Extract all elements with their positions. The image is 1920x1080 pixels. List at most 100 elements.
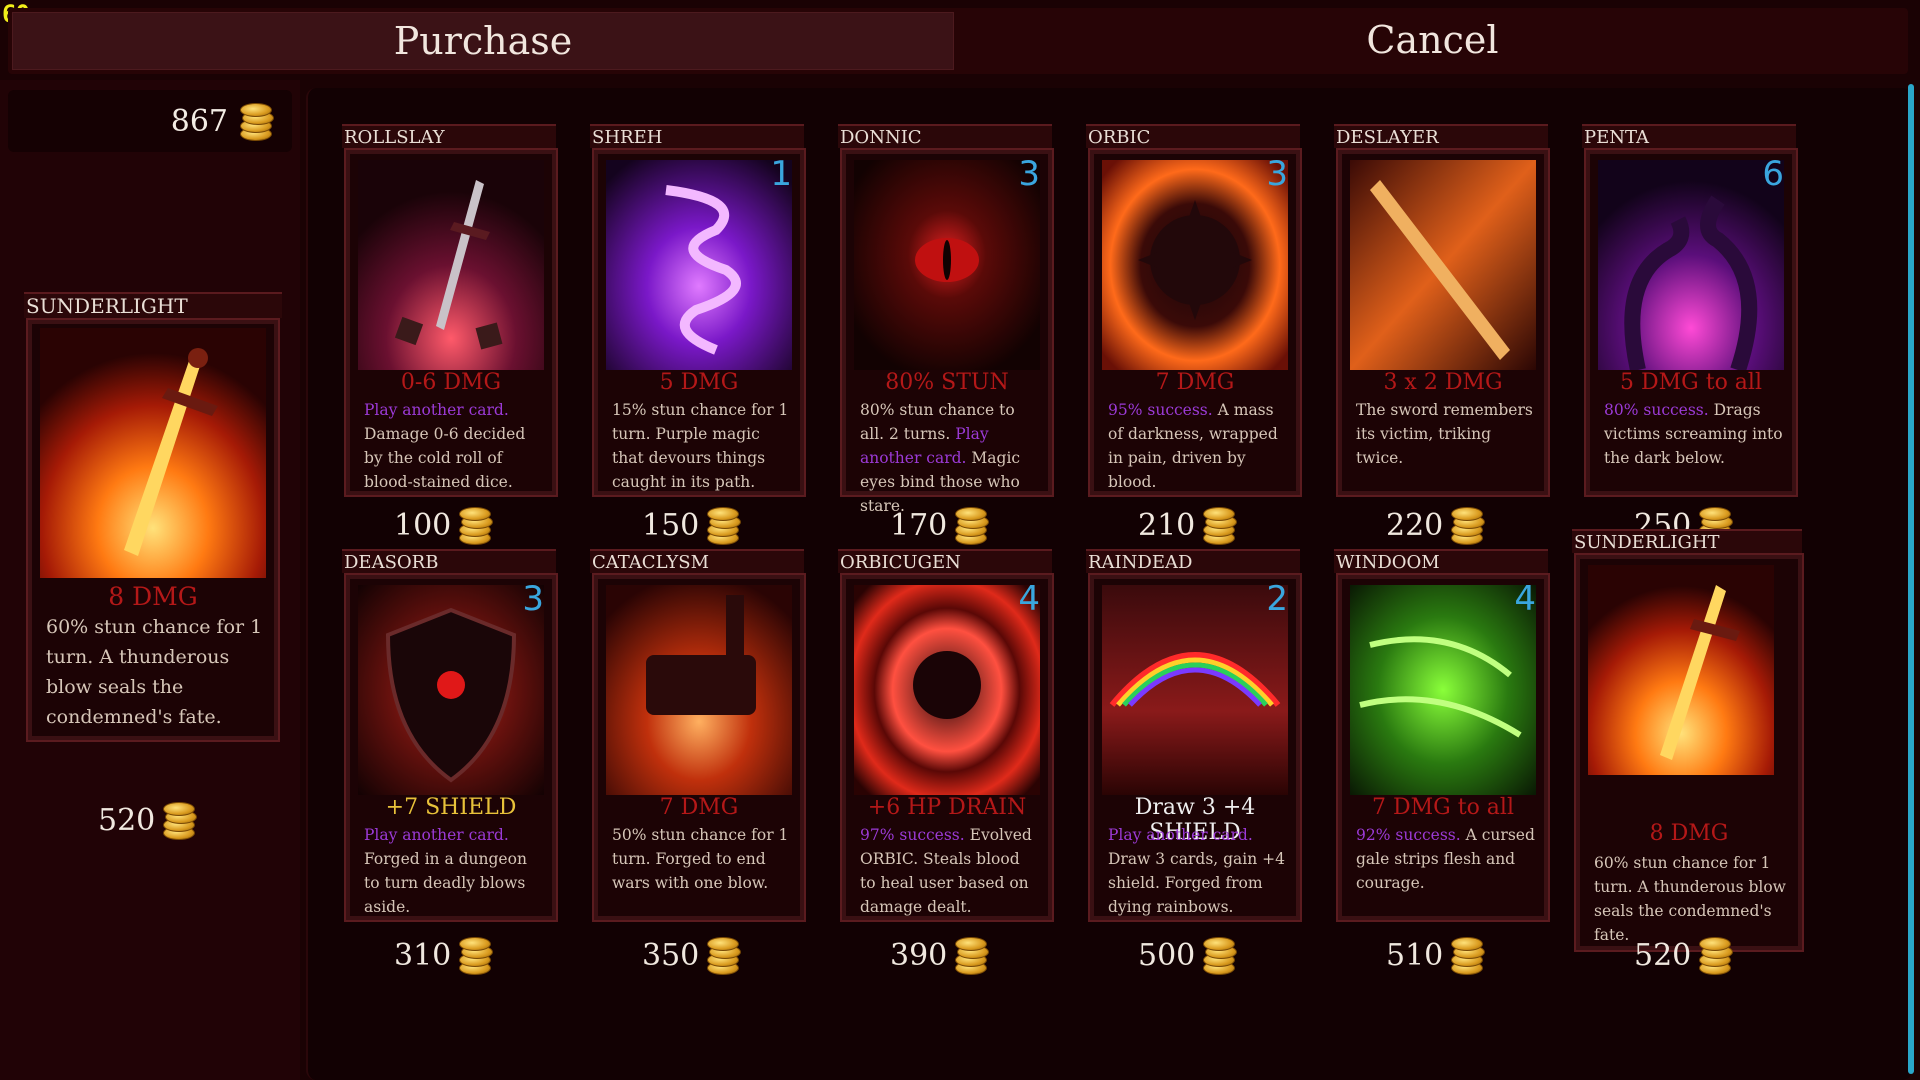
card-price: 510 xyxy=(1386,935,1486,975)
card-text: The sword remembers its victim, triking … xyxy=(1356,398,1536,470)
card-name: DESLAYER xyxy=(1334,124,1548,148)
card-description: Draw 3 cards, gain +4 shield. Forged fro… xyxy=(1108,850,1286,916)
balance-box: 867 xyxy=(8,90,292,152)
card-art xyxy=(854,160,1040,370)
card-cost-badge: 3 xyxy=(522,579,544,619)
card-name: ORBIC xyxy=(1086,124,1300,148)
card-price: 500 xyxy=(1138,935,1238,975)
card-art xyxy=(606,585,792,795)
card-frame: 7 DMG 50% stun chance for 1 turn. Forged … xyxy=(592,573,806,922)
card-text: 60% stun chance for 1 turn. A thunderous… xyxy=(1594,851,1790,947)
cancel-button[interactable]: Cancel xyxy=(960,12,1905,68)
card-cost-badge: 4 xyxy=(1514,579,1536,619)
card-text: Play another card. Forged in a dungeon t… xyxy=(364,823,544,919)
card-title: +6 HP DRAIN xyxy=(867,795,1027,820)
card-title: 3 x 2 DMG xyxy=(1383,370,1503,395)
purchase-button[interactable]: Purchase xyxy=(12,12,954,70)
card-frame: 2 Draw 3 +4 SHIELD Play another card. Draw… xyxy=(1088,573,1302,922)
card-name: PENTA xyxy=(1582,124,1796,148)
card-text: Play another card. Draw 3 cards, gain +4… xyxy=(1108,823,1288,919)
card-title: 8 DMG xyxy=(1649,821,1729,846)
card-description: 60% stun chance for 1 turn. A thunderous… xyxy=(46,616,263,728)
coin-icon xyxy=(953,935,990,975)
scrollbar[interactable] xyxy=(1908,84,1914,1074)
card-price: 350 xyxy=(642,935,742,975)
card-text: 15% stun chance for 1 turn. Purple magic… xyxy=(612,398,792,494)
card-name: DONNIC xyxy=(838,124,1052,148)
card-name: DEASORB xyxy=(342,549,556,573)
card-text: 50% stun chance for 1 turn. Forged to en… xyxy=(612,823,792,895)
card-description: 50% stun chance for 1 turn. Forged to en… xyxy=(612,826,789,892)
coin-icon xyxy=(1449,505,1486,545)
card-price: 210 xyxy=(1138,505,1238,545)
card-price: 170 xyxy=(890,505,990,545)
card-title: +7 SHIELD xyxy=(385,795,517,820)
card-frame: 8 DMG 60% stun chance for 1 turn. A thun… xyxy=(26,318,280,742)
card-frame: 3 +7 SHIELD Play another card. Forged in a… xyxy=(344,573,558,922)
card-title: 5 DMG xyxy=(659,370,739,395)
card-name: ROLLSLAY xyxy=(342,124,556,148)
coin-icon xyxy=(1201,505,1238,545)
card-art xyxy=(358,160,544,370)
price-amount: 500 xyxy=(1138,937,1196,973)
coin-icon xyxy=(1697,935,1734,975)
card-name: SHREH xyxy=(590,124,804,148)
price-amount: 520 xyxy=(98,802,156,838)
price-amount: 210 xyxy=(1138,507,1196,543)
card-description: Forged in a dungeon to turn deadly blows… xyxy=(364,850,527,916)
price-amount: 170 xyxy=(890,507,948,543)
card-art xyxy=(1102,585,1288,795)
price-amount: 150 xyxy=(642,507,700,543)
card-price: 220 xyxy=(1386,505,1486,545)
card-art xyxy=(1102,160,1288,370)
price-amount: 220 xyxy=(1386,507,1444,543)
card-frame: 6 5 DMG to all 80% success. Drags victims … xyxy=(1584,148,1798,497)
card-title: 8 DMG xyxy=(108,582,198,611)
card-description: 60% stun chance for 1 turn. A thunderous… xyxy=(1594,854,1786,944)
coin-icon xyxy=(953,505,990,545)
card-cost-badge: 3 xyxy=(1018,154,1040,194)
card-art xyxy=(40,328,266,578)
coin-icon xyxy=(705,505,742,545)
card-name: ORBICUGEN xyxy=(838,549,1052,573)
card-name: SUNDERLIGHT xyxy=(24,292,282,318)
price-amount: 390 xyxy=(890,937,948,973)
card-art xyxy=(1588,565,1790,775)
card-title: 7 DMG xyxy=(1155,370,1235,395)
card-art xyxy=(606,160,792,370)
card-effect-text: Play another card. xyxy=(1108,826,1253,844)
coin-icon xyxy=(1449,935,1486,975)
card-price: 520 xyxy=(1634,935,1734,975)
card-cost-badge: 2 xyxy=(1266,579,1288,619)
price-amount: 310 xyxy=(394,937,452,973)
card-frame: 8 DMG 60% stun chance for 1 turn. A thund… xyxy=(1574,553,1804,952)
selected-price: 520 xyxy=(98,800,198,840)
card-cost-badge: 1 xyxy=(770,154,792,194)
card-text: 97% success. Evolved ORBIC. Steals blood… xyxy=(860,823,1040,919)
card-frame: 0-6 DMG Play another card. Damage 0-6 dec… xyxy=(344,148,558,497)
card-effect-text: 80% success. xyxy=(1604,401,1709,419)
card-frame: 3 x 2 DMG The sword remembers its victim,… xyxy=(1336,148,1550,497)
card-title: 7 DMG xyxy=(659,795,739,820)
card-frame: 3 7 DMG 95% success. A mass of darkness, w… xyxy=(1088,148,1302,497)
card-name: SUNDERLIGHT xyxy=(1572,529,1802,553)
price-amount: 520 xyxy=(1634,937,1692,973)
price-amount: 350 xyxy=(642,937,700,973)
card-art xyxy=(358,585,544,795)
card-text: 80% stun chance to all. 2 turns. Play an… xyxy=(860,398,1040,518)
card-title: 0-6 DMG xyxy=(400,370,502,395)
card-name: RAINDEAD xyxy=(1086,549,1300,573)
card-title: 5 DMG to all xyxy=(1620,370,1762,395)
card-effect-text: 95% success. xyxy=(1108,401,1213,419)
coin-icon xyxy=(1201,935,1238,975)
card-art xyxy=(1350,160,1536,370)
card-text: 92% success. A cursed gale strips flesh … xyxy=(1356,823,1536,895)
card-description: Damage 0-6 decided by the cold roll of b… xyxy=(364,425,526,491)
card-art xyxy=(854,585,1040,795)
card-frame: 1 5 DMG 15% stun chance for 1 turn. Purple… xyxy=(592,148,806,497)
card-price: 310 xyxy=(394,935,494,975)
card-title: 80% STUN xyxy=(885,370,1009,395)
card-effect-text: 97% success. xyxy=(860,826,965,844)
card-effect-text: Play another card. xyxy=(364,401,509,419)
card-price: 100 xyxy=(394,505,494,545)
